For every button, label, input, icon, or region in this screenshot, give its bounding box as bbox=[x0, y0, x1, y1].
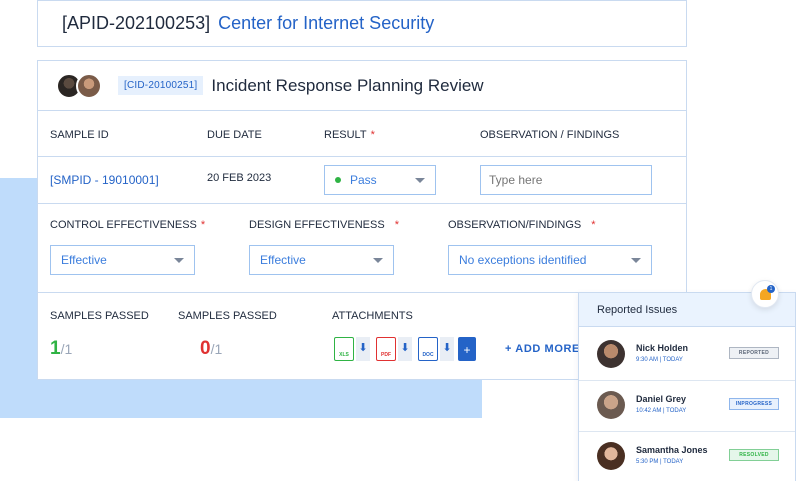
design-effectiveness-select[interactable]: Effective bbox=[249, 245, 394, 275]
divider bbox=[38, 156, 686, 157]
chevron-down-icon bbox=[631, 258, 641, 263]
col-result: RESULT * bbox=[324, 129, 375, 141]
issue-time: 5:30 PM | TODAY bbox=[636, 459, 684, 465]
observation-findings-value: No exceptions identified bbox=[459, 253, 587, 267]
avatar bbox=[76, 72, 102, 99]
passed-count: 1 bbox=[50, 338, 61, 359]
samples-passed-count: 1/1 bbox=[50, 338, 72, 360]
pdf-file-icon[interactable]: PDF bbox=[376, 337, 396, 361]
samples-failed-count: 0/1 bbox=[200, 338, 222, 360]
pass-status-dot bbox=[335, 177, 341, 183]
required-mark: * bbox=[394, 219, 399, 231]
review-title: Incident Response Planning Review bbox=[211, 75, 484, 95]
avatar bbox=[597, 391, 625, 419]
divider bbox=[38, 203, 686, 204]
control-effectiveness-label: CONTROL EFFECTIVENESS bbox=[50, 219, 197, 231]
doc-file-icon[interactable]: DOC bbox=[418, 337, 438, 361]
upload-file-icon[interactable]: + bbox=[458, 337, 476, 361]
sample-id-link[interactable]: [SMPID - 19010001] bbox=[50, 173, 159, 187]
download-icon[interactable]: ⬇ bbox=[356, 337, 370, 361]
assignee-avatars[interactable] bbox=[56, 72, 102, 99]
issue-reporter-name: Nick Holden bbox=[636, 343, 689, 353]
chevron-down-icon bbox=[373, 258, 383, 263]
status-badge: REPORTED bbox=[729, 347, 779, 359]
notification-count-badge: 1 bbox=[767, 285, 775, 293]
observation-findings-heading: OBSERVATION/FINDINGS * bbox=[448, 219, 596, 231]
col-result-label: RESULT bbox=[324, 129, 367, 141]
issue-reporter-name: Daniel Grey bbox=[636, 394, 687, 404]
col-due-date: DUE DATE bbox=[207, 129, 262, 141]
download-icon[interactable]: ⬇ bbox=[398, 337, 412, 361]
passed-total: /1 bbox=[60, 341, 73, 357]
col-sample-id: SAMPLE ID bbox=[50, 129, 109, 141]
issue-item[interactable]: Daniel Grey 10:42 AM | TODAY INPROGRESS bbox=[579, 381, 795, 431]
design-effectiveness-label: DESIGN EFFECTIVENESS bbox=[249, 219, 385, 231]
result-select[interactable]: Pass bbox=[324, 165, 436, 195]
observation-input[interactable] bbox=[480, 165, 652, 195]
result-value: Pass bbox=[350, 173, 377, 187]
avatar bbox=[597, 340, 625, 368]
samples-passed-label: SAMPLES PASSED bbox=[50, 310, 149, 322]
notification-bell-button[interactable]: 1 bbox=[751, 280, 779, 308]
organization-name[interactable]: Center for Internet Security bbox=[218, 13, 434, 34]
required-mark: * bbox=[591, 219, 596, 231]
avatar bbox=[597, 442, 625, 470]
issue-time: 10:42 AM | TODAY bbox=[636, 408, 687, 414]
required-mark: * bbox=[200, 219, 206, 231]
observation-findings-label: OBSERVATION/FINDINGS bbox=[448, 219, 582, 231]
control-effectiveness-heading: CONTROL EFFECTIVENESS * bbox=[50, 219, 205, 231]
chevron-down-icon bbox=[415, 178, 425, 183]
failed-total: /1 bbox=[210, 341, 223, 357]
xls-file-icon[interactable]: XLS bbox=[334, 337, 354, 361]
cid-badge: [CID-20100251] bbox=[118, 76, 204, 95]
review-title-row: [CID-20100251] Incident Response Plannin… bbox=[38, 61, 686, 111]
failed-count: 0 bbox=[200, 338, 211, 359]
issue-reporter-name: Samantha Jones bbox=[636, 445, 708, 455]
design-effectiveness-value: Effective bbox=[260, 253, 306, 267]
issue-item[interactable]: Samantha Jones 5:30 PM | TODAY RESOLVED bbox=[579, 432, 795, 481]
design-effectiveness-heading: DESIGN EFFECTIVENESS * bbox=[249, 219, 399, 231]
organization-header: [APID-202100253] Center for Internet Sec… bbox=[37, 0, 687, 47]
observation-findings-select[interactable]: No exceptions identified bbox=[448, 245, 652, 275]
samples-passed-label: SAMPLES PASSED bbox=[178, 310, 277, 322]
issue-item[interactable]: Nick Holden 9:30 AM | TODAY REPORTED bbox=[579, 330, 795, 380]
add-more-button[interactable]: + ADD MORE bbox=[505, 343, 580, 355]
apid-label: [APID-202100253] bbox=[62, 13, 211, 33]
control-effectiveness-select[interactable]: Effective bbox=[50, 245, 195, 275]
attachments-label: ATTACHMENTS bbox=[332, 310, 413, 322]
status-badge: INPROGRESS bbox=[729, 398, 779, 410]
chevron-down-icon bbox=[174, 258, 184, 263]
reported-issues-panel: Reported Issues Nick Holden 9:30 AM | TO… bbox=[578, 292, 796, 481]
required-mark: * bbox=[370, 129, 375, 141]
download-icon[interactable]: ⬇ bbox=[440, 337, 454, 361]
status-badge: RESOLVED bbox=[729, 449, 779, 461]
issue-time: 9:30 AM | TODAY bbox=[636, 357, 683, 363]
due-date-value: 20 FEB 2023 bbox=[207, 172, 272, 184]
col-observation: OBSERVATION / FINDINGS bbox=[480, 129, 620, 141]
control-effectiveness-value: Effective bbox=[61, 253, 107, 267]
